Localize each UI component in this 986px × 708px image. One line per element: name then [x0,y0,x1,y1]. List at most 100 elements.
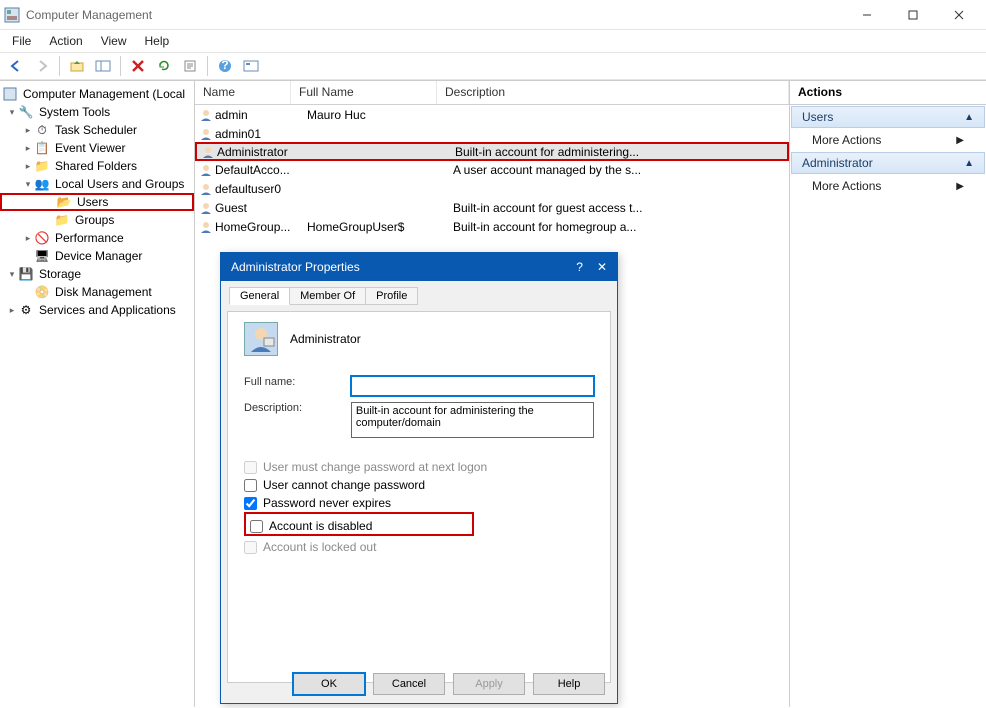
tree-users[interactable]: 📂Users [0,193,194,211]
tree-local-users-groups[interactable]: ▾👥Local Users and Groups [0,175,194,193]
chk-never-expires[interactable]: Password never expires [244,496,594,510]
help-button[interactable]: Help [533,673,605,695]
cell-name: Guest [213,201,307,215]
actions-pane: Actions Users▲ More Actions▶ Administrat… [790,81,986,707]
tab-profile[interactable]: Profile [365,287,418,305]
user-row[interactable]: HomeGroup... HomeGroupUser$ Built-in acc… [195,217,789,236]
toolbar: ? [0,52,986,80]
collapse-icon: ▲ [964,158,974,169]
properties-dialog: Administrator Properties ? ✕ General Mem… [220,252,618,704]
user-row[interactable]: Administrator Built-in account for admin… [195,142,789,161]
tab-general[interactable]: General [229,287,290,305]
up-button[interactable] [65,55,89,77]
actions-more-admin[interactable]: More Actions▶ [790,175,986,197]
col-fullname[interactable]: Full Name [291,81,437,104]
tree-disk-management[interactable]: 📀Disk Management [0,283,194,301]
tree-services-apps[interactable]: ▸⚙Services and Applications [0,301,194,319]
description-label: Description: [244,402,351,414]
tree-performance[interactable]: ▸🚫Performance [0,229,194,247]
cell-description: A user account managed by the s... [453,163,789,177]
list-body: admin Mauro Huc admin01 Administrator Bu… [195,105,789,236]
cell-name: admin [213,108,307,122]
cell-fullname: HomeGroupUser$ [307,220,453,234]
collapse-icon: ▲ [964,112,974,123]
cell-fullname: Mauro Huc [307,108,453,122]
description-input[interactable] [351,402,594,438]
user-icon [195,182,213,196]
menu-view[interactable]: View [93,32,135,50]
apply-button[interactable]: Apply [453,673,525,695]
close-button[interactable] [936,0,982,30]
refresh-button[interactable] [152,55,176,77]
tree-event-viewer[interactable]: ▸📋Event Viewer [0,139,194,157]
svg-text:?: ? [221,59,228,72]
minimize-button[interactable] [844,0,890,30]
actions-section-users[interactable]: Users▲ [791,106,985,128]
user-row[interactable]: Guest Built-in account for guest access … [195,198,789,217]
cell-name: Administrator [215,145,309,159]
actions-more-users[interactable]: More Actions▶ [790,129,986,151]
actions-section-admin[interactable]: Administrator▲ [791,152,985,174]
user-row[interactable]: DefaultAcco... A user account managed by… [195,160,789,179]
delete-button[interactable] [126,55,150,77]
tree-pane: Computer Management (Local ▾🔧System Tool… [0,81,195,707]
show-hide-tree-button[interactable] [91,55,115,77]
user-icon [195,201,213,215]
app-icon [4,7,20,23]
dialog-close-icon[interactable]: ✕ [597,260,607,274]
cell-description: Built-in account for homegroup a... [453,220,789,234]
chk-must-change: User must change password at next logon [244,460,594,474]
fullname-input[interactable] [351,376,594,396]
user-icon [195,108,213,122]
actions-title: Actions [790,81,986,105]
forward-button[interactable] [30,55,54,77]
cell-name: admin01 [213,127,307,141]
tree-groups[interactable]: 📁Groups [0,211,194,229]
maximize-button[interactable] [890,0,936,30]
user-icon [195,127,213,141]
cancel-button[interactable]: Cancel [373,673,445,695]
list-header: Name Full Name Description [195,81,789,105]
menu-help[interactable]: Help [137,32,178,50]
properties-button[interactable] [239,55,263,77]
user-icon [244,322,278,356]
col-description[interactable]: Description [437,81,789,104]
user-icon [195,163,213,177]
cell-name: HomeGroup... [213,220,307,234]
cell-description: Built-in account for administering... [455,145,787,159]
fullname-label: Full name: [244,376,351,388]
tree-storage[interactable]: ▾💾Storage [0,265,194,283]
menu-file[interactable]: File [4,32,39,50]
cell-name: DefaultAcco... [213,163,307,177]
cell-description: Built-in account for guest access t... [453,201,789,215]
user-row[interactable]: admin Mauro Huc [195,105,789,124]
tab-memberof[interactable]: Member Of [289,287,366,305]
window-title: Computer Management [26,8,844,22]
dialog-help-icon[interactable]: ? [576,260,583,274]
menubar: File Action View Help [0,30,986,52]
user-row[interactable]: defaultuser0 [195,179,789,198]
user-row[interactable]: admin01 [195,124,789,143]
chevron-right-icon: ▶ [956,135,964,146]
dialog-titlebar[interactable]: Administrator Properties ? ✕ [221,253,617,281]
back-button[interactable] [4,55,28,77]
dialog-title: Administrator Properties [231,260,360,274]
cell-name: defaultuser0 [213,182,307,196]
menu-action[interactable]: Action [41,32,90,50]
chevron-right-icon: ▶ [956,181,964,192]
chk-locked-out: Account is locked out [244,540,594,554]
col-name[interactable]: Name [195,81,291,104]
dialog-username: Administrator [290,332,361,346]
tree-shared-folders[interactable]: ▸📁Shared Folders [0,157,194,175]
tree-device-manager[interactable]: 🖥Device Manager [0,247,194,265]
export-button[interactable] [178,55,202,77]
chk-cannot-change[interactable]: User cannot change password [244,478,594,492]
window-titlebar: Computer Management [0,0,986,30]
ok-button[interactable]: OK [293,673,365,695]
tree-task-scheduler[interactable]: ▸⏱Task Scheduler [0,121,194,139]
chk-account-disabled[interactable]: Account is disabled [250,519,468,533]
tree-root[interactable]: Computer Management (Local [0,85,194,103]
help-button[interactable]: ? [213,55,237,77]
user-icon [197,145,215,159]
tree-system-tools[interactable]: ▾🔧System Tools [0,103,194,121]
